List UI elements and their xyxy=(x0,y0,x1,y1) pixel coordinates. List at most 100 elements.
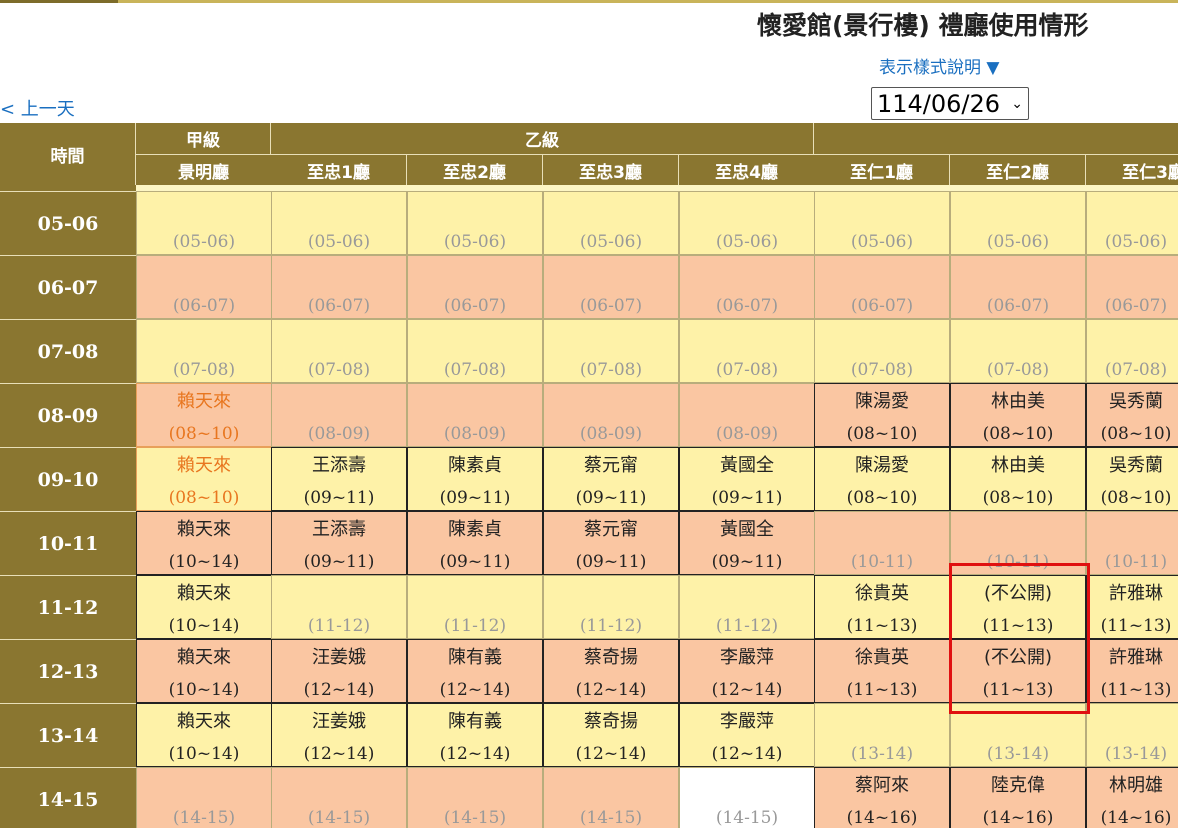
chevron-down-icon: ⌄ xyxy=(1011,95,1023,112)
booking-cell[interactable]: 許雅琳 (11~13) xyxy=(1086,639,1178,703)
booking-cell[interactable]: 陳湯愛 (08~10) xyxy=(814,447,950,511)
booking-cell[interactable]: 李嚴萍 (12~14) xyxy=(679,703,815,767)
booking-cell[interactable]: 蔡元甯 (09~11) xyxy=(543,447,679,511)
booking-cell[interactable]: 黃國全 (09~11) xyxy=(679,447,815,511)
booking-time-range: (08~10) xyxy=(846,424,918,444)
available-slot-cell[interactable]: (05-06) xyxy=(136,191,272,255)
booking-cell[interactable]: 陳有義 (12~14) xyxy=(407,703,543,767)
available-slot-cell[interactable]: (07-08) xyxy=(136,319,272,383)
available-slot-cell[interactable]: (07-08) xyxy=(950,319,1086,383)
booking-cell[interactable]: 林明雄 (14~16) xyxy=(1086,767,1178,828)
booking-name: 王添壽 xyxy=(312,519,366,540)
available-slot-cell[interactable]: (05-06) xyxy=(679,191,815,255)
booking-cell[interactable]: 賴天來 (10~14) xyxy=(136,639,272,703)
booking-cell[interactable]: (不公開) (11~13) xyxy=(950,639,1086,703)
available-slot-cell[interactable]: (11-12) xyxy=(407,575,543,639)
booking-cell[interactable]: 蔡元甯 (09~11) xyxy=(543,511,679,575)
booking-time-range: (11~13) xyxy=(846,680,918,700)
booking-cell[interactable]: 賴天來 (10~14) xyxy=(136,511,272,575)
booking-cell[interactable]: 賴天來 (10~14) xyxy=(136,703,272,767)
booking-cell[interactable]: 蔡奇揚 (12~14) xyxy=(543,703,679,767)
booking-time-range: (12~14) xyxy=(303,744,375,764)
slot-time-range: (10-11) xyxy=(850,552,914,572)
booking-time-range: (12~14) xyxy=(575,680,647,700)
booking-cell[interactable]: 陳有義 (12~14) xyxy=(407,639,543,703)
available-slot-cell[interactable]: (07-08) xyxy=(679,319,815,383)
legend-toggle-link[interactable]: 表示樣式說明 ▼ xyxy=(879,53,999,78)
available-slot-cell[interactable]: (07-08) xyxy=(407,319,543,383)
booking-cell[interactable]: 黃國全 (09~11) xyxy=(679,511,815,575)
previous-day-link[interactable]: < 上一天 xyxy=(0,95,75,121)
available-slot-cell[interactable]: (11-12) xyxy=(679,575,815,639)
available-slot-cell[interactable]: (06-07) xyxy=(543,255,679,319)
available-slot-cell[interactable]: (06-07) xyxy=(136,255,272,319)
available-slot-cell[interactable]: (11-12) xyxy=(543,575,679,639)
available-slot-cell[interactable]: (14-15) xyxy=(543,767,679,828)
available-slot-cell[interactable]: (06-07) xyxy=(1086,255,1178,319)
booking-cell[interactable]: 陳湯愛 (08~10) xyxy=(814,383,950,447)
booking-cell[interactable]: 徐貴英 (11~13) xyxy=(814,575,950,639)
booking-cell[interactable]: 吳秀蘭 (08~10) xyxy=(1086,447,1178,511)
booking-cell[interactable]: 汪姜娥 (12~14) xyxy=(271,703,407,767)
booking-cell[interactable]: 王添壽 (09~11) xyxy=(271,447,407,511)
available-slot-cell[interactable]: (06-07) xyxy=(271,255,407,319)
available-slot-cell[interactable]: (06-07) xyxy=(814,255,950,319)
booking-cell[interactable]: 徐貴英 (11~13) xyxy=(814,639,950,703)
booking-name: 李嚴萍 xyxy=(720,647,774,668)
available-slot-cell[interactable]: (13-14) xyxy=(1086,703,1178,767)
booking-cell[interactable]: 林由美 (08~10) xyxy=(950,447,1086,511)
hall-header-zhiren-2: 至仁2廳 xyxy=(950,154,1086,185)
booking-cell[interactable]: 陸克偉 (14~16) xyxy=(950,767,1086,828)
available-slot-cell[interactable]: (08-09) xyxy=(407,383,543,447)
available-slot-cell[interactable]: (07-08) xyxy=(543,319,679,383)
booking-cell[interactable]: 賴天來 (08~10) xyxy=(136,447,272,511)
date-select[interactable]: 114/06/26 ⌄ xyxy=(871,87,1029,120)
available-slot-cell[interactable]: (06-07) xyxy=(679,255,815,319)
booking-cell[interactable]: 陳素貞 (09~11) xyxy=(407,447,543,511)
available-slot-cell[interactable]: (14-15) xyxy=(271,767,407,828)
booking-cell[interactable]: 李嚴萍 (12~14) xyxy=(679,639,815,703)
available-slot-cell[interactable]: (08-09) xyxy=(271,383,407,447)
booking-time-range: (12~14) xyxy=(711,744,783,764)
available-slot-cell[interactable]: (13-14) xyxy=(950,703,1086,767)
available-slot-cell[interactable]: (07-08) xyxy=(814,319,950,383)
booking-cell[interactable]: 賴天來 (08~10) xyxy=(136,383,272,447)
booking-cell[interactable]: 蔡奇揚 (12~14) xyxy=(543,639,679,703)
available-slot-cell[interactable]: (05-06) xyxy=(271,191,407,255)
available-slot-cell[interactable]: (05-06) xyxy=(1086,191,1178,255)
booking-time-range: (09~11) xyxy=(575,552,647,572)
available-slot-cell[interactable]: (14-15) xyxy=(679,767,815,828)
booking-cell[interactable]: 吳秀蘭 (08~10) xyxy=(1086,383,1178,447)
available-slot-cell[interactable]: (10-11) xyxy=(950,511,1086,575)
time-slot-label: 13-14 xyxy=(0,703,136,767)
available-slot-cell[interactable]: (10-11) xyxy=(1086,511,1178,575)
schedule-grid: 時間 甲級 乙級 景明廳 至忠1廳 至忠2廳 至忠3廳 至忠4廳 至仁1廳 至仁2廳 至仁3廳… xyxy=(0,123,1178,828)
available-slot-cell[interactable]: (06-07) xyxy=(407,255,543,319)
booking-cell[interactable]: 王添壽 (09~11) xyxy=(271,511,407,575)
booking-cell[interactable]: 賴天來 (10~14) xyxy=(136,575,272,639)
booking-cell[interactable]: (不公開) (11~13) xyxy=(950,575,1086,639)
available-slot-cell[interactable]: (13-14) xyxy=(814,703,950,767)
available-slot-cell[interactable]: (05-06) xyxy=(407,191,543,255)
available-slot-cell[interactable]: (08-09) xyxy=(543,383,679,447)
available-slot-cell[interactable]: (14-15) xyxy=(407,767,543,828)
booking-cell[interactable]: 汪姜娥 (12~14) xyxy=(271,639,407,703)
available-slot-cell[interactable]: (05-06) xyxy=(950,191,1086,255)
available-slot-cell[interactable]: (06-07) xyxy=(950,255,1086,319)
slot-time-range: (11-12) xyxy=(307,616,371,636)
booking-cell[interactable]: 許雅琳 (11~13) xyxy=(1086,575,1178,639)
available-slot-cell[interactable]: (05-06) xyxy=(814,191,950,255)
booking-name: 賴天來 xyxy=(177,455,231,476)
booking-cell[interactable]: 陳素貞 (09~11) xyxy=(407,511,543,575)
available-slot-cell[interactable]: (11-12) xyxy=(271,575,407,639)
available-slot-cell[interactable]: (08-09) xyxy=(679,383,815,447)
time-slot-label: 07-08 xyxy=(0,319,136,383)
available-slot-cell[interactable]: (07-08) xyxy=(271,319,407,383)
available-slot-cell[interactable]: (14-15) xyxy=(136,767,272,828)
group-header-grade-b: 乙級 xyxy=(271,123,814,154)
booking-cell[interactable]: 蔡阿來 (14~16) xyxy=(814,767,950,828)
available-slot-cell[interactable]: (07-08) xyxy=(1086,319,1178,383)
available-slot-cell[interactable]: (10-11) xyxy=(814,511,950,575)
booking-cell[interactable]: 林由美 (08~10) xyxy=(950,383,1086,447)
available-slot-cell[interactable]: (05-06) xyxy=(543,191,679,255)
